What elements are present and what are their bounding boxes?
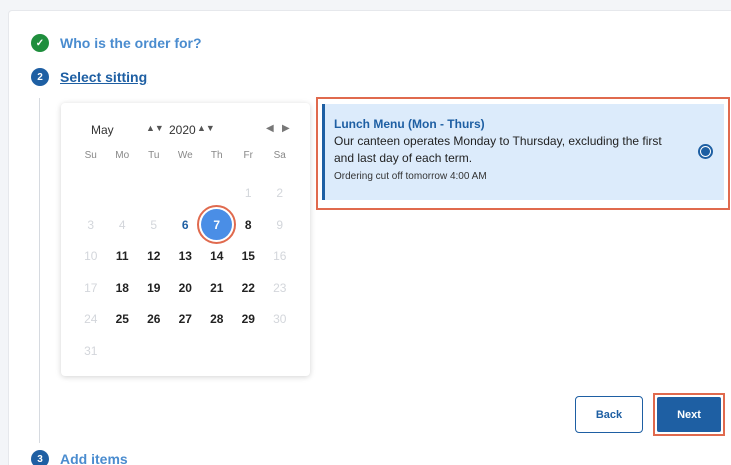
step-add-items[interactable]: 3 Add items (31, 450, 128, 465)
calendar-day: 2 (276, 186, 284, 201)
year-select-arrow-icon[interactable]: ▲▼ (197, 123, 215, 133)
next-button[interactable]: Next (657, 397, 721, 432)
weekday-header: Mo (115, 149, 130, 161)
calendar-day: 1 (244, 186, 252, 201)
menu-option-highlight: Lunch Menu (Mon - Thurs) Our canteen ope… (316, 97, 730, 210)
calendar-day[interactable]: 18 (107, 272, 139, 304)
month-select[interactable]: May (91, 123, 114, 137)
weekday-header: We (177, 149, 193, 161)
next-month-icon[interactable]: ▶ (282, 123, 290, 134)
calendar-day: 30 (273, 312, 287, 327)
calendar-day: 16 (273, 249, 287, 264)
step-number-badge: 2 (31, 68, 49, 86)
calendar-day: 24 (84, 312, 98, 327)
calendar-empty-cell (201, 178, 233, 210)
step-title: Add items (60, 451, 128, 465)
calendar-day[interactable]: 13 (170, 241, 202, 273)
calendar-day[interactable]: 22 (233, 272, 265, 304)
calendar-day[interactable]: 14 (201, 241, 233, 273)
calendar-day[interactable]: 25 (107, 304, 139, 336)
calendar-day: 9 (276, 217, 284, 232)
step-title: Select sitting (60, 69, 148, 85)
check-icon: ✓ (31, 34, 49, 52)
step-connector-line (39, 98, 40, 443)
calendar-day[interactable]: 26 (138, 304, 170, 336)
calendar-grid: Su Mo Tu We Th Fr Sa 1 2 3 4 5 6 7 8 9 10 11 12 13 14 15 16 17 1… (75, 146, 296, 367)
calendar-day[interactable]: 27 (170, 304, 202, 336)
calendar-day[interactable]: 12 (138, 241, 170, 273)
calendar-day: 5 (150, 217, 158, 232)
step-who-is-order-for[interactable]: ✓ Who is the order for? (31, 34, 202, 52)
prev-month-icon[interactable]: ◀ (266, 123, 274, 134)
calendar-day: 31 (84, 343, 98, 358)
month-select-arrow-icon[interactable]: ▲▼ (146, 123, 164, 133)
weekday-header: Fr (243, 149, 253, 161)
radio-selected-dot (701, 147, 710, 156)
menu-description: Our canteen operates Monday to Thursday,… (334, 134, 662, 165)
calendar-day: 23 (273, 280, 287, 295)
date-picker: May ▲▼ 2020 ▲▼ ◀ ▶ Su Mo Tu We Th Fr Sa 1 2 3 4 5 6 7… (61, 103, 310, 376)
menu-radio[interactable] (698, 144, 713, 159)
calendar-empty-cell (138, 178, 170, 210)
calendar-empty-cell (264, 335, 296, 367)
calendar-day: 4 (118, 217, 126, 232)
next-button-highlight: Next (653, 393, 725, 436)
calendar-empty-cell (170, 335, 202, 367)
calendar-empty-cell (138, 335, 170, 367)
calendar-day[interactable]: 6 (170, 209, 202, 241)
calendar-day[interactable]: 29 (233, 304, 265, 336)
calendar-day-selected[interactable]: 7 (197, 205, 237, 245)
calendar-day[interactable]: 8 (233, 209, 265, 241)
calendar-day: 3 (87, 217, 95, 232)
calendar-day[interactable]: 15 (233, 241, 265, 273)
calendar-empty-cell (233, 335, 265, 367)
calendar-empty-cell (75, 178, 107, 210)
lunch-menu-option[interactable]: Lunch Menu (Mon - Thurs) Our canteen ope… (322, 104, 724, 200)
calendar-day[interactable]: 28 (201, 304, 233, 336)
menu-title: Lunch Menu (Mon - Thurs) (334, 117, 485, 131)
weekday-header: Tu (148, 149, 160, 161)
year-select[interactable]: 2020 (169, 123, 196, 137)
calendar-day[interactable]: 21 (201, 272, 233, 304)
calendar-day[interactable]: 11 (107, 241, 139, 273)
weekday-header: Su (84, 149, 97, 161)
calendar-empty-cell (201, 335, 233, 367)
step-title: Who is the order for? (60, 35, 202, 51)
menu-cutoff: Ordering cut off tomorrow 4:00 AM (334, 171, 487, 182)
step-number-badge: 3 (31, 450, 49, 465)
calendar-empty-cell (107, 335, 139, 367)
weekday-header: Sa (273, 149, 286, 161)
calendar-day: 17 (84, 280, 98, 295)
back-button[interactable]: Back (575, 396, 643, 433)
step-select-sitting[interactable]: 2 Select sitting (31, 68, 147, 86)
calendar-day: 10 (84, 249, 98, 264)
calendar-empty-cell (107, 178, 139, 210)
calendar-day[interactable]: 19 (138, 272, 170, 304)
calendar-day[interactable]: 20 (170, 272, 202, 304)
calendar-empty-cell (170, 178, 202, 210)
weekday-header: Th (210, 149, 223, 161)
